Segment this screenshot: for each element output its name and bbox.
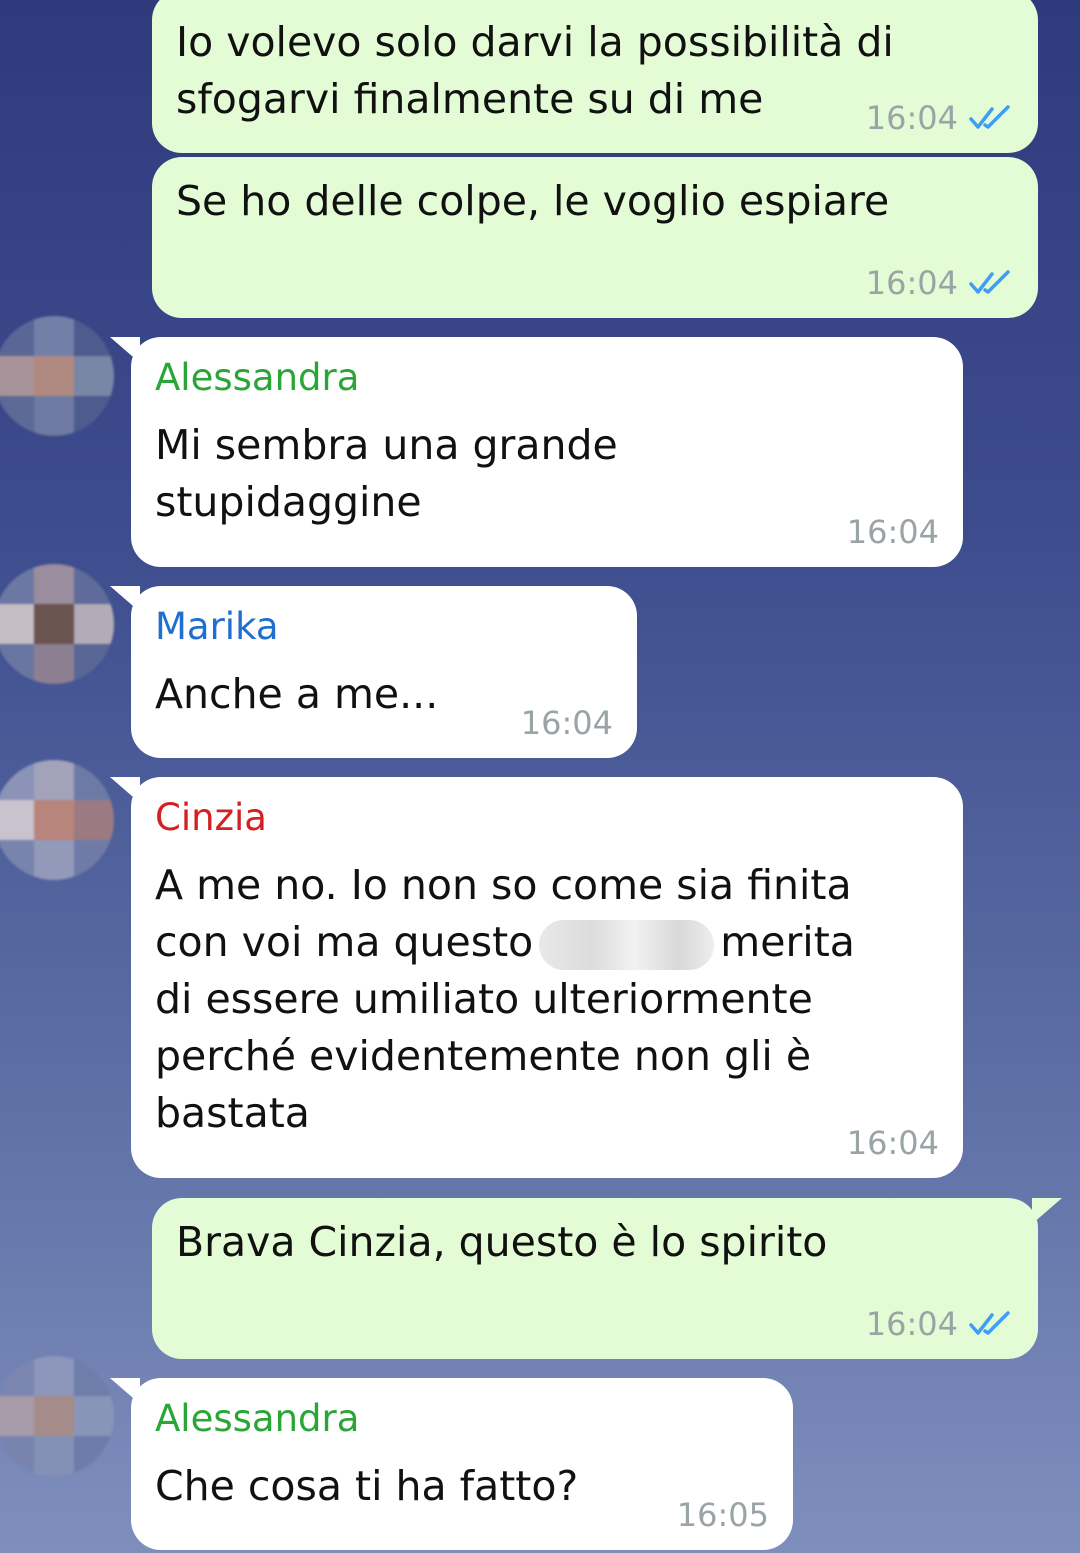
sender-name[interactable]: Alessandra (155, 353, 939, 403)
message-time: 16:04 (865, 99, 958, 137)
message-meta: 16:05 (677, 1496, 769, 1534)
message-bubble-outgoing[interactable]: Brava Cinzia, questo è lo spirito 16:04 (152, 1198, 1038, 1359)
message-time: 16:05 (676, 1496, 769, 1534)
avatar[interactable] (0, 1356, 114, 1476)
message-meta: 16:04 (521, 704, 613, 742)
message-meta: 16:04 (847, 513, 939, 551)
sender-name[interactable]: Marika (155, 602, 613, 652)
double-check-icon (969, 105, 1010, 129)
message-meta: 16:04 (866, 99, 1014, 137)
message-bubble-incoming[interactable]: Cinzia A me no. Io non so come sia finit… (131, 777, 963, 1178)
message-text: A me no. Io non so come sia finita con v… (155, 857, 939, 1142)
message-time: 16:04 (865, 1305, 958, 1343)
message-time: 16:04 (865, 264, 958, 302)
message-bubble-outgoing[interactable]: Io volevo solo darvi la possibilità di s… (152, 0, 1038, 153)
message-time: 16:04 (846, 513, 939, 551)
message-time: 16:04 (520, 704, 613, 742)
sender-name[interactable]: Alessandra (155, 1394, 769, 1444)
avatar[interactable] (0, 564, 114, 684)
double-check-icon (969, 1311, 1010, 1335)
double-check-icon (969, 270, 1010, 294)
redacted-word (539, 920, 715, 970)
message-bubble-outgoing[interactable]: Se ho delle colpe, le voglio espiare 16:… (152, 157, 1038, 318)
message-meta: 16:04 (866, 264, 1014, 302)
message-bubble-incoming[interactable]: Alessandra Mi sembra una grande stupidag… (131, 337, 963, 567)
avatar[interactable] (0, 316, 114, 436)
message-text: Se ho delle colpe, le voglio espiare (176, 177, 890, 225)
avatar[interactable] (0, 760, 114, 880)
message-bubble-incoming[interactable]: Marika Anche a me... 16:04 (131, 586, 637, 758)
message-bubble-incoming[interactable]: Alessandra Che cosa ti ha fatto? 16:05 (131, 1378, 793, 1550)
message-text: Mi sembra una grande stupidaggine (155, 421, 618, 526)
message-meta: 16:04 (866, 1305, 1014, 1343)
message-meta: 16:04 (847, 1124, 939, 1162)
sender-name[interactable]: Cinzia (155, 793, 939, 843)
message-time: 16:04 (846, 1124, 939, 1162)
message-text: Brava Cinzia, questo è lo spirito (176, 1218, 828, 1266)
